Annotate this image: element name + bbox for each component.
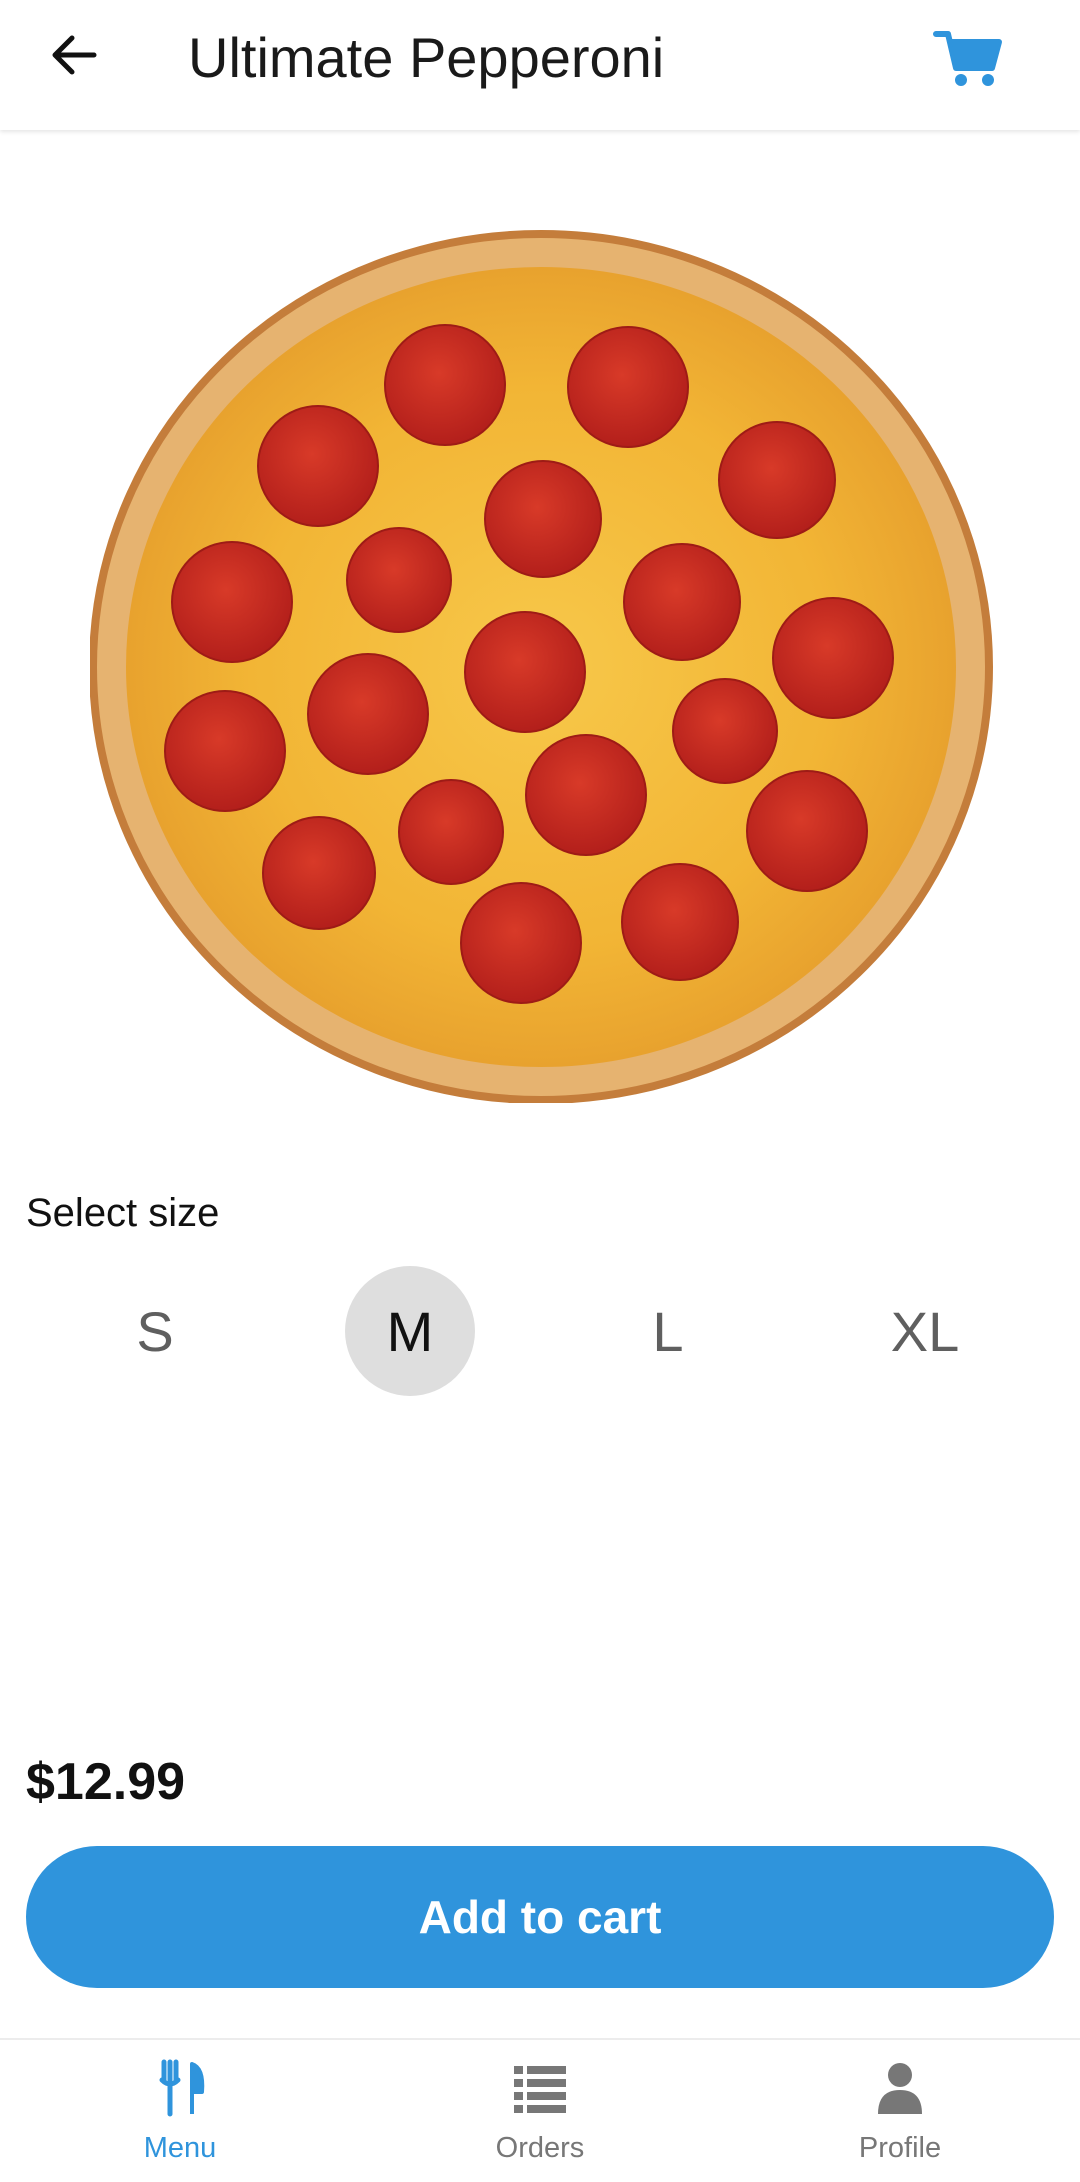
size-label: Select size (26, 1191, 220, 1235)
nav-label-orders: Orders (495, 2132, 585, 2164)
shopping-cart-icon[interactable] (932, 22, 1004, 94)
list-icon (510, 2058, 570, 2118)
pizza-image (89, 228, 1000, 1104)
nav-item-menu[interactable]: Menu (30, 2040, 330, 2182)
page-title: Ultimate Pepperoni (188, 26, 665, 89)
back-arrow-icon[interactable] (44, 25, 104, 85)
nav-label-profile: Profile (858, 2132, 942, 2164)
nav-label-menu: Menu (143, 2132, 217, 2164)
nav-item-profile[interactable]: Profile (750, 2040, 1050, 2182)
nav-item-orders[interactable]: Orders (390, 2040, 690, 2182)
size-option-l[interactable]: L (603, 1266, 733, 1396)
size-option-m[interactable]: M (345, 1266, 475, 1396)
bottom-navigation: Menu Orders Profile (0, 2038, 1080, 2182)
app-bar: Ultimate Pepperoni (0, 0, 1080, 130)
fork-knife-icon (150, 2058, 210, 2118)
person-icon (870, 2058, 930, 2118)
price: $12.99 (26, 1753, 186, 1811)
size-option-s[interactable]: S (90, 1266, 220, 1396)
add-to-cart-button[interactable]: Add to cart (26, 1846, 1054, 1988)
size-option-xl[interactable]: XL (860, 1266, 990, 1396)
